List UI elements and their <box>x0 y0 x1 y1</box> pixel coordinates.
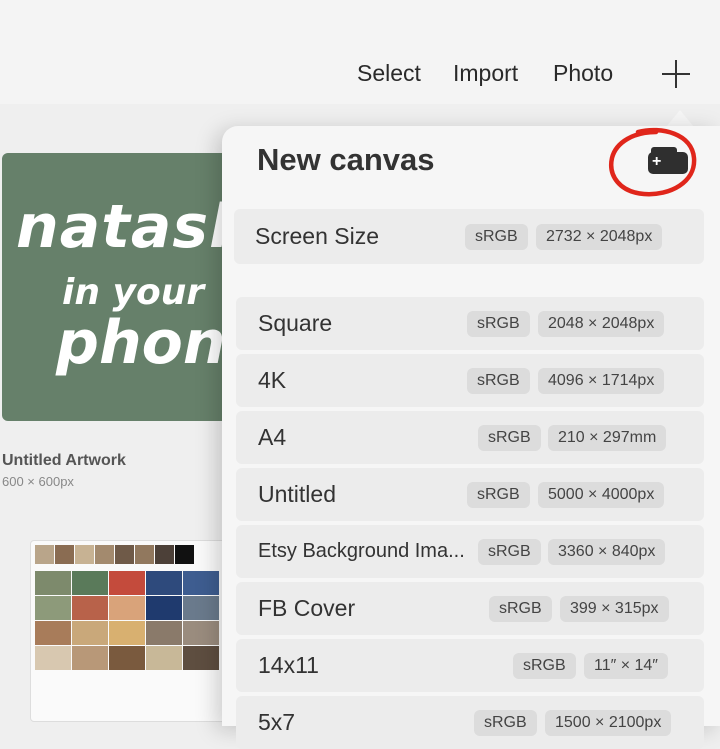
canvas-name: Screen Size <box>255 223 380 249</box>
red-circle-annotation <box>609 127 697 197</box>
photo-button[interactable]: Photo <box>553 58 613 88</box>
artwork-title[interactable]: Untitled Artwork <box>2 452 126 470</box>
canvas-name: FB Cover <box>258 595 356 621</box>
photo-collage-thumbnail[interactable] <box>30 540 232 722</box>
dimensions-badge: 4096 × 1714px <box>538 368 665 394</box>
canvas-row-screen-size[interactable]: Screen Size sRGB 2732 × 2048px <box>234 209 704 264</box>
color-profile-badge: sRGB <box>489 596 552 622</box>
canvas-row-a4[interactable]: A4 sRGB 210 × 297mm <box>236 411 704 464</box>
canvas-name: Square <box>258 310 333 336</box>
color-profile-badge: sRGB <box>467 311 530 337</box>
color-profile-badge: sRGB <box>474 710 537 736</box>
artwork-text-line-2: in your <box>62 272 205 313</box>
dimensions-badge: 1500 × 2100px <box>545 710 672 736</box>
canvas-row-untitled[interactable]: Untitled sRGB 5000 × 4000px <box>236 468 704 521</box>
canvas-name: 5x7 <box>258 709 296 735</box>
plus-icon[interactable] <box>660 58 692 90</box>
artwork-text-line-1: natash <box>16 192 253 262</box>
canvas-name: Etsy Background Ima... <box>258 540 465 562</box>
dimensions-badge: 2048 × 2048px <box>538 311 665 337</box>
dimensions-badge: 210 × 297mm <box>548 425 667 451</box>
collage-mosaic <box>35 571 219 670</box>
color-profile-badge: sRGB <box>513 653 576 679</box>
collage-top-strip <box>35 545 194 564</box>
popover-title: New canvas <box>257 142 435 177</box>
color-profile-badge: sRGB <box>467 482 530 508</box>
canvas-name: A4 <box>258 424 287 450</box>
dimensions-badge: 11″ × 14″ <box>584 653 668 679</box>
canvas-row-etsy-background[interactable]: Etsy Background Ima... sRGB 3360 × 840px <box>236 525 704 578</box>
top-toolbar: Select Import Photo <box>0 0 720 104</box>
dimensions-badge: 5000 × 4000px <box>538 482 665 508</box>
canvas-name: 14x11 <box>258 652 319 678</box>
color-profile-badge: sRGB <box>478 425 541 451</box>
color-profile-badge: sRGB <box>467 368 530 394</box>
color-profile-badge: sRGB <box>478 539 541 565</box>
canvas-row-14x11[interactable]: 14x11 sRGB 11″ × 14″ <box>236 639 704 692</box>
canvas-row-fb-cover[interactable]: FB Cover sRGB 399 × 315px <box>236 582 704 635</box>
artwork-size: 600 × 600px <box>2 474 74 489</box>
canvas-row-5x7[interactable]: 5x7 sRGB 1500 × 2100px <box>236 696 704 749</box>
canvas-row-4k[interactable]: 4K sRGB 4096 × 1714px <box>236 354 704 407</box>
canvas-name: 4K <box>258 367 287 393</box>
color-profile-badge: sRGB <box>465 224 528 250</box>
dimensions-badge: 2732 × 2048px <box>536 224 663 250</box>
select-button[interactable]: Select <box>357 58 421 88</box>
dimensions-badge: 3360 × 840px <box>548 539 666 565</box>
canvas-row-square[interactable]: Square sRGB 2048 × 2048px <box>236 297 704 350</box>
canvas-name: Untitled <box>258 481 336 507</box>
import-button[interactable]: Import <box>453 58 518 88</box>
dimensions-badge: 399 × 315px <box>560 596 669 622</box>
